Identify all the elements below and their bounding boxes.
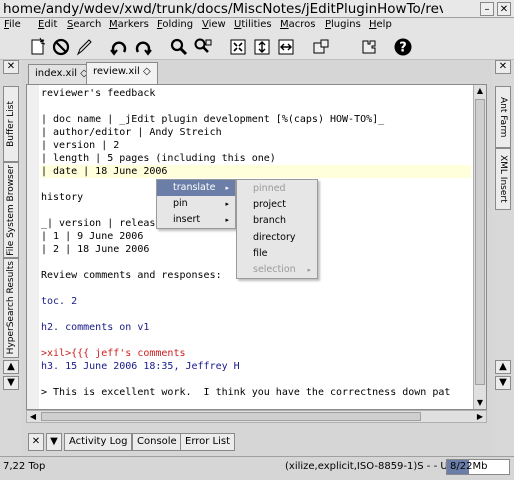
menu-item-pin[interactable]: pin ▸ [157, 196, 235, 212]
edit-pencil-icon[interactable] [73, 36, 94, 57]
find-icon[interactable] [168, 36, 189, 57]
editor-line[interactable] [41, 373, 471, 386]
editor-current-line[interactable]: | date | 18 June 2006 [41, 165, 471, 178]
menu-macros[interactable]: Macros [280, 19, 316, 30]
bottom-dock-bar: ✕ ▼ Activity Log Console Error List [22, 432, 492, 452]
translate-submenu: pinned project branch directory file sel… [236, 179, 318, 279]
horizontal-scroll-thumb[interactable] [41, 412, 421, 421]
editor-line[interactable]: | version | 2 [41, 139, 471, 152]
editor-line[interactable]: >xil>{{{ jeff's comments [41, 347, 471, 360]
left-dock-scroll-up[interactable]: ▲ [3, 360, 19, 374]
menu-item-insert[interactable]: insert ▸ [157, 212, 235, 228]
split-icon[interactable] [227, 36, 248, 57]
tab-file-system-browser[interactable]: File System Browser [3, 162, 19, 258]
memory-indicator[interactable]: 8/22Mb [446, 459, 510, 475]
editor-line[interactable]: | doc name | _jEdit plugin development [… [41, 113, 471, 126]
menu-help[interactable]: Help [369, 19, 392, 30]
svg-text:?: ? [399, 40, 407, 55]
redo-icon[interactable] [132, 36, 153, 57]
vertical-scrollbar[interactable]: ▲ ▼ [473, 85, 486, 409]
right-dock-close-button[interactable]: ✕ [495, 60, 511, 74]
error-list-button[interactable]: Error List [180, 433, 236, 451]
editor-line[interactable]: h3. 15 June 2006 18:35, Jeffrey H [41, 360, 471, 373]
context-menu: translate ▸ pin ▸ insert ▸ [156, 179, 236, 229]
tab-index-xil[interactable]: index.xil ◇ [28, 64, 95, 84]
tab-buffer-list[interactable]: Buffer List [3, 86, 19, 162]
menu-utilities[interactable]: Utilities [234, 19, 272, 30]
title-bar: home/andy/wdev/xwd/trunk/docs/MiscNotes/… [0, 0, 514, 18]
console-button[interactable]: Console [132, 433, 182, 451]
submenu-item-file[interactable]: file [237, 246, 317, 262]
editor-line[interactable]: | author/editor | Andy Streich [41, 126, 471, 139]
window-title: home/andy/wdev/xwd/trunk/docs/MiscNotes/… [3, 1, 443, 17]
left-dock-strip: ✕ Buffer List File System Browser HyperS… [0, 60, 22, 456]
scroll-left-arrow-icon[interactable]: ◀ [27, 411, 39, 422]
editor-line[interactable]: | length | 5 pages (including this one) [41, 152, 471, 165]
buffer-tab-bar: index.xil ◇ review.xil ◇ [22, 60, 492, 84]
editor-line[interactable]: reviewer's feedback [41, 87, 471, 100]
plugin-options-icon[interactable] [358, 36, 379, 57]
memory-text: 8/22Mb [450, 461, 488, 472]
unsplit-icon[interactable] [251, 36, 272, 57]
submenu-item-pinned: pinned [253, 183, 286, 194]
submenu-item-directory[interactable]: directory [237, 230, 317, 246]
undo-icon[interactable] [108, 36, 129, 57]
split-vertical-icon[interactable] [275, 36, 296, 57]
editor-line[interactable]: h2. comments on v1 [41, 321, 471, 334]
submenu-item-branch[interactable]: branch [237, 213, 317, 229]
menu-markers[interactable]: Markers [109, 19, 149, 30]
gutter[interactable] [27, 85, 39, 409]
editor-line[interactable] [41, 334, 471, 347]
tab-review-xil[interactable]: review.xil ◇ [86, 62, 158, 84]
scroll-right-arrow-icon[interactable]: ▶ [474, 411, 486, 422]
plugin-manager-icon[interactable] [310, 36, 331, 57]
scroll-down-arrow-icon[interactable]: ▼ [474, 397, 486, 409]
caret-position[interactable]: 7,22 Top [3, 461, 45, 472]
right-dock-strip: ✕ Ant Farm XML Insert ▲ ▼ [492, 60, 514, 456]
status-bar: 7,22 Top (xilize,explicit,ISO-8859-1)S -… [0, 456, 514, 480]
menu-folding[interactable]: Folding [157, 19, 193, 30]
menu-file[interactable]: File [4, 19, 21, 30]
menu-plugins[interactable]: Plugins [325, 19, 361, 30]
help-icon[interactable]: ? [392, 36, 413, 57]
find-replace-icon[interactable] [192, 36, 213, 57]
buffer-mode-status[interactable]: (xilize,explicit,ISO-8859-1)S - - U [285, 461, 448, 472]
stop-icon[interactable] [50, 36, 71, 57]
editor-line[interactable]: > This is excellent work. I think you ha… [41, 386, 471, 399]
menu-search[interactable]: Search [67, 19, 101, 30]
minimize-button[interactable]: – [480, 2, 494, 16]
tab-ant-farm[interactable]: Ant Farm [495, 86, 511, 148]
submenu-item-project[interactable]: project [237, 197, 317, 213]
menu-bar: File Edit Search Markers Folding View Ut… [0, 18, 514, 33]
tab-hypersearch-results[interactable]: HyperSearch Results [3, 258, 19, 358]
horizontal-scrollbar[interactable]: ◀ ▶ [26, 410, 487, 423]
new-file-icon[interactable] [27, 36, 48, 57]
left-dock-close-button[interactable]: ✕ [3, 60, 19, 74]
toolbar: ? [0, 33, 514, 60]
menu-view[interactable]: View [202, 19, 226, 30]
right-dock-scroll-up[interactable]: ▲ [495, 360, 511, 374]
submenu-item-selection: selection ▸ [253, 264, 311, 275]
right-dock-scroll-down[interactable]: ▼ [495, 376, 511, 390]
editor-line[interactable]: toc. 2 [41, 295, 471, 308]
editor-line[interactable] [41, 308, 471, 321]
vertical-scroll-thumb[interactable] [475, 99, 485, 385]
menu-item-translate[interactable]: translate ▸ [157, 180, 235, 196]
menu-edit[interactable]: Edit [38, 19, 57, 30]
editor-line[interactable] [41, 282, 471, 295]
bottom-dock-close-button[interactable]: ✕ [28, 433, 44, 451]
left-dock-scroll-down[interactable]: ▼ [3, 376, 19, 390]
close-window-button[interactable]: ✕ [497, 2, 511, 16]
editor-line[interactable] [41, 100, 471, 113]
scroll-up-arrow-icon[interactable]: ▲ [474, 85, 486, 97]
tab-xml-insert[interactable]: XML Insert [495, 148, 511, 210]
bottom-dock-collapse-button[interactable]: ▼ [46, 433, 62, 451]
activity-log-button[interactable]: Activity Log [64, 433, 133, 451]
